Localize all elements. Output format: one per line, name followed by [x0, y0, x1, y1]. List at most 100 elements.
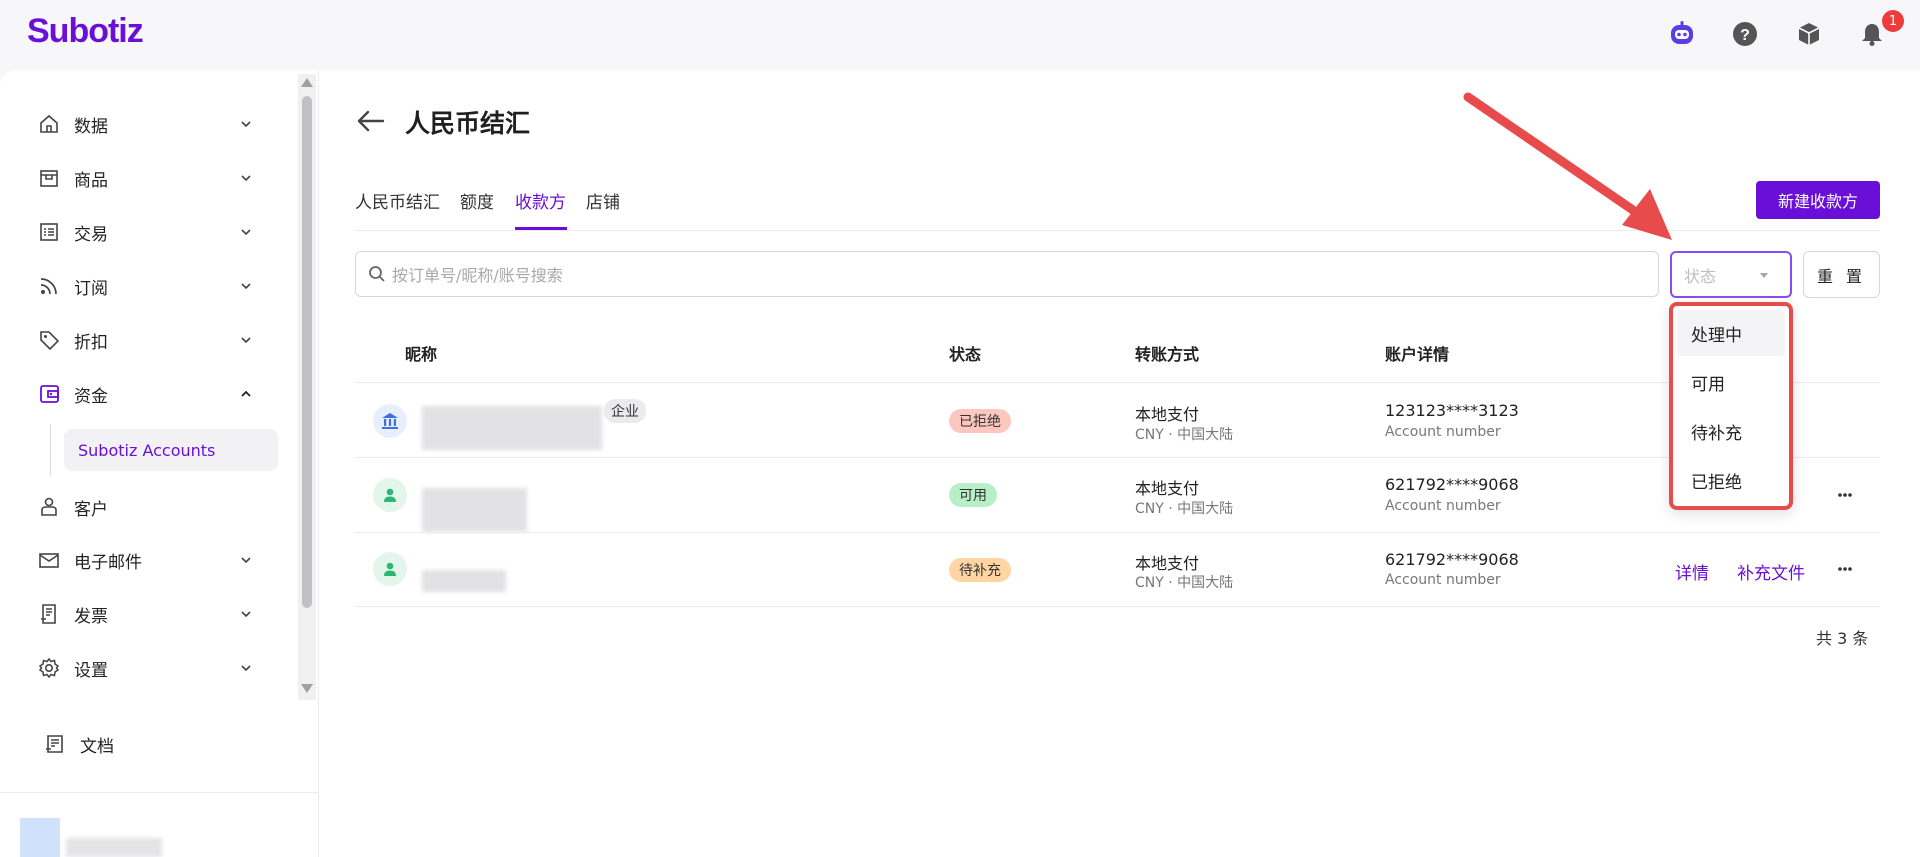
new-payee-button[interactable]: 新建收款方: [1756, 181, 1880, 219]
option-label: 已拒绝: [1691, 472, 1742, 493]
back-arrow-icon[interactable]: [356, 108, 386, 134]
person-icon: [373, 552, 407, 586]
sidebar-item-transactions[interactable]: 交易: [36, 214, 262, 250]
column-header-account-details: 账户详情: [1385, 345, 1450, 364]
search-input[interactable]: 按订单号/昵称/账号搜索: [355, 251, 1659, 297]
home-icon: [36, 111, 62, 137]
nickname-redacted: [422, 488, 527, 532]
chevron-down-icon: [241, 283, 251, 290]
nickname-redacted: [422, 406, 602, 450]
sidebar-item-label: 文档: [80, 736, 114, 757]
transfer-method: 本地支付: [1135, 405, 1200, 424]
account-number-label: Account number: [1385, 498, 1501, 514]
row-divider: [355, 457, 1880, 458]
sidebar-subitem-subotiz-accounts[interactable]: Subotiz Accounts: [64, 429, 278, 471]
status-option-rejected[interactable]: 已拒绝: [1677, 457, 1785, 503]
sidebar-item-email[interactable]: 电子邮件: [36, 542, 262, 578]
sidebar-item-funds[interactable]: 资金: [36, 376, 262, 412]
sub-nav-line: [50, 424, 51, 476]
list-icon: [36, 219, 62, 245]
tab-payees[interactable]: 收款方: [515, 188, 566, 213]
sidebar-item-docs[interactable]: 文档: [42, 726, 268, 762]
account-number-label: Account number: [1385, 572, 1501, 588]
reset-button[interactable]: 重 置: [1803, 251, 1880, 298]
column-header-nickname: 昵称: [405, 345, 438, 364]
app-logo[interactable]: Subotiz: [27, 12, 144, 51]
column-header-transfer-method: 转账方式: [1135, 345, 1200, 364]
row-divider: [355, 382, 1880, 383]
sidebar-item-label: 商品: [74, 170, 108, 191]
tab-rmb-settlement[interactable]: 人民币结汇: [355, 188, 440, 213]
sidebar-item-data[interactable]: 数据: [36, 106, 262, 142]
sidebar-item-settings[interactable]: 设置: [36, 650, 262, 686]
gear-icon: [36, 655, 62, 681]
transfer-method: 本地支付: [1135, 554, 1200, 573]
transfer-method-sub: CNY · 中国大陆: [1135, 501, 1234, 517]
supplement-documents-link[interactable]: 补充文件: [1737, 559, 1805, 584]
page-title: 人民币结汇: [405, 109, 531, 138]
nickname-redacted: [422, 570, 506, 592]
option-label: 处理中: [1691, 325, 1742, 346]
more-actions-icon[interactable]: [1835, 485, 1855, 505]
status-option-processing[interactable]: 处理中: [1677, 310, 1785, 356]
package-icon[interactable]: [1795, 20, 1823, 48]
sidebar-item-products[interactable]: 商品: [36, 160, 262, 196]
chevron-down-icon: [241, 557, 251, 564]
tab-stores[interactable]: 店铺: [586, 188, 620, 213]
sidebar-footer-divider: [0, 792, 318, 793]
person-icon: [36, 494, 62, 520]
sidebar-item-customers[interactable]: 客户: [36, 489, 262, 525]
scroll-up-arrow-icon[interactable]: [301, 78, 313, 87]
status-option-available[interactable]: 可用: [1677, 359, 1785, 405]
option-label: 待补充: [1691, 423, 1742, 444]
chevron-down-icon: [241, 121, 251, 128]
help-icon[interactable]: ?: [1731, 20, 1759, 48]
chevron-down-icon: [241, 337, 251, 344]
search-placeholder: 按订单号/昵称/账号搜索: [392, 266, 563, 285]
sidebar-item-discounts[interactable]: 折扣: [36, 322, 262, 358]
docs-icon: [42, 731, 68, 757]
tab-quota[interactable]: 额度: [460, 188, 494, 213]
more-actions-icon[interactable]: [1835, 559, 1855, 579]
chevron-down-icon: [241, 665, 251, 672]
details-link[interactable]: 详情: [1675, 559, 1709, 584]
search-icon: [369, 266, 385, 282]
sidebar-item-subscriptions[interactable]: 订阅: [36, 268, 262, 304]
invoice-icon: [36, 601, 62, 627]
account-name-redacted: [66, 838, 162, 857]
enterprise-tag: 企业: [604, 399, 646, 423]
scroll-down-arrow-icon[interactable]: [301, 684, 313, 693]
sidebar-item-label: 订阅: [74, 278, 108, 299]
account-number: 621792****9068: [1385, 475, 1519, 494]
sidebar-scroll-thumb[interactable]: [302, 96, 312, 608]
transfer-method-sub: CNY · 中国大陆: [1135, 575, 1234, 591]
status-option-pending[interactable]: 待补充: [1677, 408, 1785, 454]
bank-icon: [373, 404, 407, 438]
mail-icon: [36, 547, 62, 573]
box-icon: [36, 165, 62, 191]
sidebar-item-label: 资金: [74, 386, 108, 407]
top-bar: Subotiz ? 1: [0, 0, 1920, 68]
notification-badge: 1: [1882, 10, 1904, 32]
annotation-arrow-icon: [1463, 92, 1672, 240]
status-dropdown-menu: 处理中 可用 待补充 已拒绝: [1669, 302, 1793, 510]
status-filter-select[interactable]: 状态: [1670, 251, 1792, 298]
assistant-bot-icon[interactable]: [1668, 20, 1696, 48]
tag-icon: [36, 327, 62, 353]
account-number: 123123****3123: [1385, 401, 1519, 420]
transfer-method: 本地支付: [1135, 479, 1200, 498]
person-icon: [373, 478, 407, 512]
account-avatar[interactable]: [20, 818, 60, 857]
rss-icon: [36, 273, 62, 299]
sidebar-item-label: 设置: [74, 660, 108, 681]
sidebar-item-label: 发票: [74, 606, 108, 627]
account-number: 621792****9068: [1385, 550, 1519, 569]
status-badge: 可用: [949, 483, 997, 507]
total-count: 共 3 条: [1816, 629, 1869, 648]
row-divider: [355, 532, 1880, 533]
status-placeholder: 状态: [1684, 266, 1717, 286]
transfer-method-sub: CNY · 中国大陆: [1135, 427, 1234, 443]
status-badge: 已拒绝: [949, 409, 1011, 433]
sidebar-item-label: 电子邮件: [74, 552, 142, 573]
sidebar-item-invoices[interactable]: 发票: [36, 596, 262, 632]
